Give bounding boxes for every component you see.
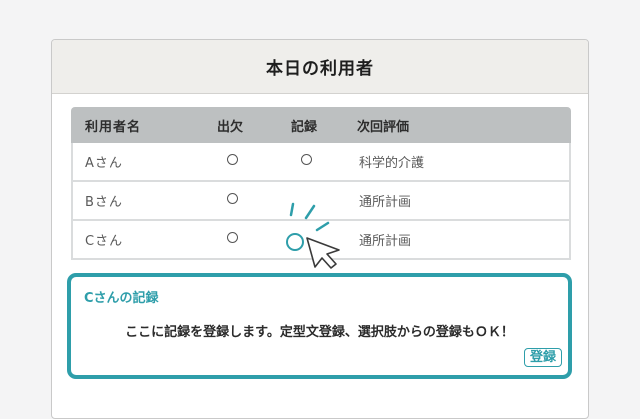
user-name: Bさん xyxy=(85,195,123,210)
click-sparkle-icon xyxy=(289,202,330,232)
attendance-mark xyxy=(226,193,238,204)
user-name: Cさん xyxy=(85,234,124,249)
callout-title: Cさんの記録 xyxy=(84,291,159,306)
attendance-cell[interactable] xyxy=(195,232,269,247)
register-button[interactable]: 登録 xyxy=(523,348,562,367)
attendance-mark xyxy=(226,154,238,165)
table-row[interactable]: Aさん 科学的介護 xyxy=(71,143,571,182)
next-evaluation: 科学的介護 xyxy=(359,156,425,171)
next-evaluation: 通所計画 xyxy=(359,234,412,249)
panel-title: 本日の利用者 xyxy=(266,59,374,79)
record-cell[interactable] xyxy=(269,154,343,169)
header-attendance: 出欠 xyxy=(216,119,243,135)
attendance-cell[interactable] xyxy=(195,193,269,208)
attendance-mark xyxy=(226,232,238,243)
panel-header: 本日の利用者 xyxy=(52,40,588,94)
mouse-pointer-icon xyxy=(306,237,340,269)
header-record: 記録 xyxy=(290,119,317,135)
header-next-evaluation: 次回評価 xyxy=(357,119,410,135)
record-callout: Cさんの記録 ここに記録を登録します。定型文登録、選択肢からの登録もＯＫ！ 登録 xyxy=(67,273,572,379)
record-mark xyxy=(300,154,312,165)
next-evaluation: 通所計画 xyxy=(359,195,412,210)
header-name: 利用者名 xyxy=(85,119,142,135)
user-name: Aさん xyxy=(85,156,123,171)
attendance-cell[interactable] xyxy=(195,154,269,169)
callout-body: ここに記録を登録します。定型文登録、選択肢からの登録もＯＫ！ xyxy=(125,325,514,340)
table-header: 利用者名 出欠 記録 次回評価 xyxy=(71,107,571,143)
